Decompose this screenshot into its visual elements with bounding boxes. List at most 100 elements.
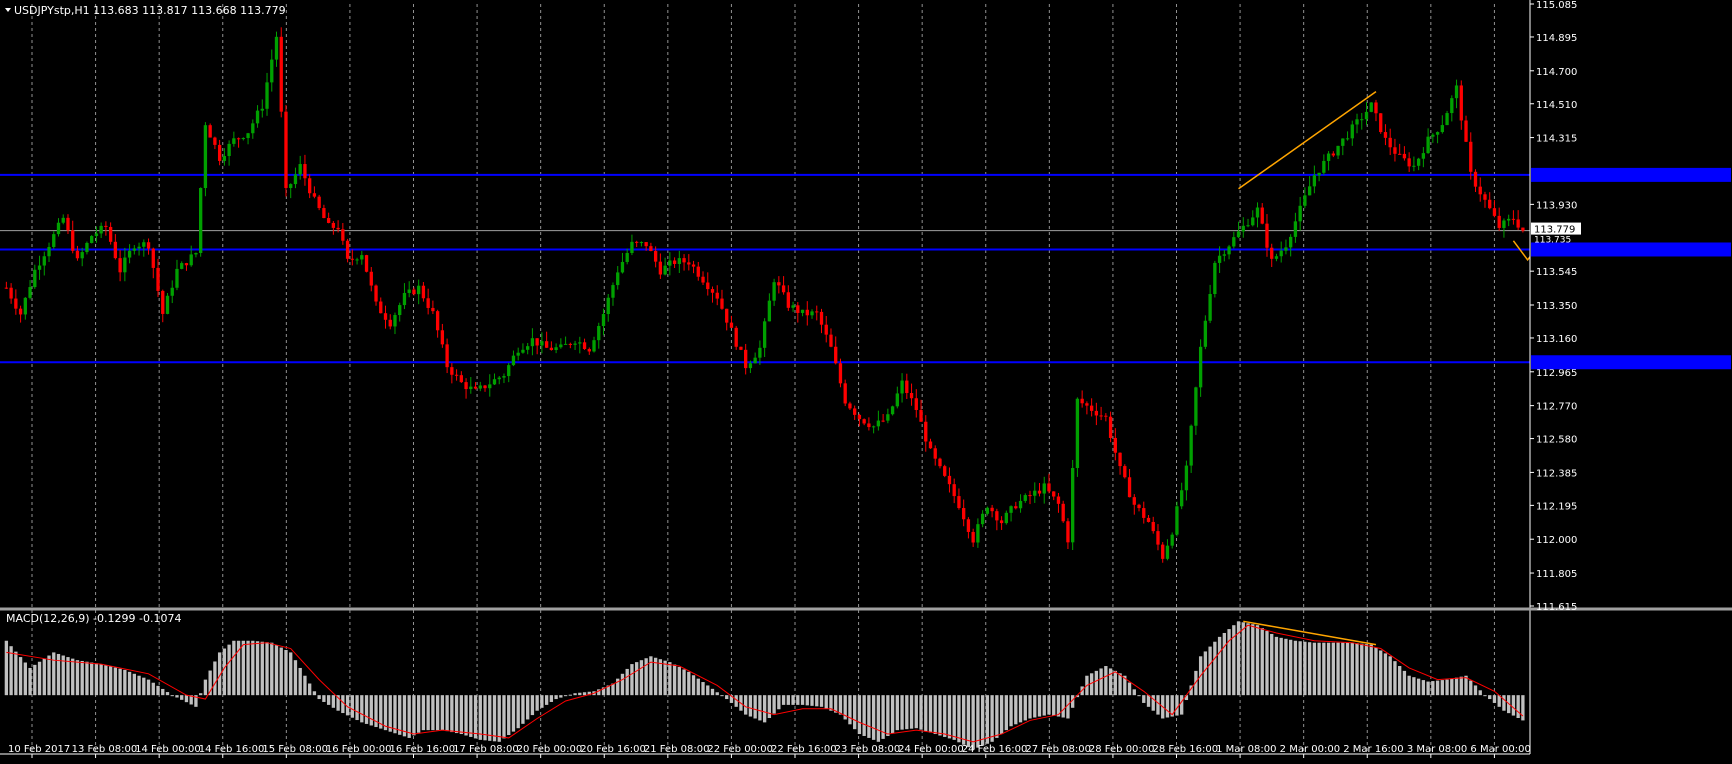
- candle-body: [1440, 125, 1444, 133]
- candle-body: [1473, 171, 1478, 187]
- macd-bar: [99, 664, 103, 696]
- candle-body: [559, 344, 563, 348]
- candle-body: [1298, 205, 1302, 222]
- time-tick-label: 28 Feb 00:00: [1089, 744, 1155, 755]
- macd-bar: [1047, 695, 1051, 715]
- macd-bar: [85, 661, 89, 696]
- macd-bar: [1118, 673, 1122, 696]
- macd-bar: [1037, 695, 1042, 717]
- macd-bar: [668, 662, 672, 696]
- macd-bar: [1203, 651, 1208, 696]
- level-price-box: [1531, 355, 1731, 370]
- macd-bar: [1412, 677, 1416, 696]
- candle-body: [1118, 452, 1122, 467]
- macd-bar: [1331, 642, 1335, 696]
- price-tick-label: 113.160: [1536, 334, 1577, 345]
- price-tick-label: 112.195: [1536, 501, 1577, 512]
- candle-body: [838, 363, 843, 384]
- macd-bar: [1222, 632, 1226, 696]
- macd-bar: [1407, 675, 1411, 696]
- candle-body: [232, 138, 236, 144]
- candle-body: [1014, 506, 1018, 509]
- macd-bar: [1398, 666, 1402, 696]
- price-tick-label: 112.770: [1536, 402, 1577, 413]
- macd-bar: [928, 695, 933, 733]
- candle-body: [767, 300, 772, 322]
- candle-body: [203, 125, 208, 188]
- candle-body: [1217, 255, 1222, 263]
- candle-body: [1265, 223, 1269, 248]
- macd-bar: [658, 659, 663, 696]
- macd-bar: [118, 668, 122, 696]
- candle-body: [696, 266, 700, 277]
- candle-body: [1336, 145, 1340, 156]
- macd-bar: [762, 695, 767, 723]
- macd-bar: [251, 640, 255, 696]
- macd-bar: [260, 641, 264, 696]
- macd-bar: [905, 695, 909, 730]
- candle-body: [1255, 207, 1260, 218]
- macd-bar: [919, 695, 923, 730]
- candle-body: [440, 330, 445, 345]
- macd-bar: [1270, 633, 1274, 696]
- macd-bar: [1052, 695, 1056, 716]
- candle-body: [630, 241, 634, 253]
- candle-body: [554, 347, 558, 351]
- macd-bar: [14, 651, 18, 696]
- macd-bar: [999, 695, 1004, 735]
- candle-body: [933, 448, 937, 459]
- macd-bar: [1326, 642, 1331, 696]
- candle-body: [1089, 405, 1094, 411]
- candle-body: [919, 409, 923, 422]
- candle-body: [1127, 477, 1132, 498]
- candle-body: [1412, 165, 1416, 167]
- candle-body: [156, 267, 160, 291]
- macd-bar: [1450, 678, 1454, 696]
- macd-bar: [203, 679, 208, 696]
- candle-body: [663, 265, 667, 275]
- candle-body: [516, 352, 520, 356]
- collapse-triangle-icon[interactable]: [5, 8, 11, 12]
- candle-body: [265, 82, 269, 109]
- macd-bar: [284, 649, 288, 696]
- candle-body: [298, 164, 302, 175]
- macd-bar: [1146, 695, 1151, 707]
- macd-bar: [990, 695, 994, 742]
- candle-body: [28, 287, 32, 298]
- candle-body: [1322, 160, 1326, 173]
- candle-body: [682, 258, 686, 263]
- candle-body: [748, 363, 753, 369]
- candle-body: [293, 174, 298, 185]
- candle-body: [886, 414, 890, 421]
- candle-body: [871, 426, 876, 428]
- candle-body: [597, 325, 601, 341]
- candle-body: [540, 341, 544, 346]
- macd-panel: 0.38680.00-0.2616: [4, 616, 1575, 753]
- macd-bar: [303, 675, 307, 696]
- macd-bar: [943, 695, 947, 737]
- time-tick-label: 10 Feb 2017: [8, 744, 70, 755]
- chart-window[interactable]: 0.38680.00-0.2616 115.085114.895114.7001…: [0, 0, 1732, 760]
- macd-bar: [1142, 695, 1146, 703]
- candle-body: [284, 111, 288, 188]
- candle-body: [459, 375, 463, 383]
- macd-bar: [407, 695, 411, 738]
- price-chart[interactable]: 0.38680.00-0.2616 115.085114.895114.7001…: [0, 0, 1732, 760]
- time-tick-label: 22 Feb 16:00: [771, 744, 837, 755]
- candle-body: [616, 272, 620, 286]
- macd-bar: [777, 695, 781, 710]
- candle-body: [312, 193, 317, 197]
- macd-bar: [635, 662, 639, 696]
- macd-bar: [161, 688, 165, 696]
- candle-body: [194, 253, 198, 255]
- macd-bar: [938, 695, 942, 736]
- candle-body: [796, 305, 800, 313]
- time-tick-label: 6 Mar 00:00: [1470, 744, 1530, 755]
- macd-bar: [326, 695, 331, 705]
- candle-body: [1516, 219, 1520, 228]
- candle-body: [478, 385, 482, 389]
- candle-body: [511, 355, 516, 366]
- candle-body: [42, 256, 46, 266]
- macd-bar: [213, 661, 217, 696]
- macd-bar: [559, 695, 563, 698]
